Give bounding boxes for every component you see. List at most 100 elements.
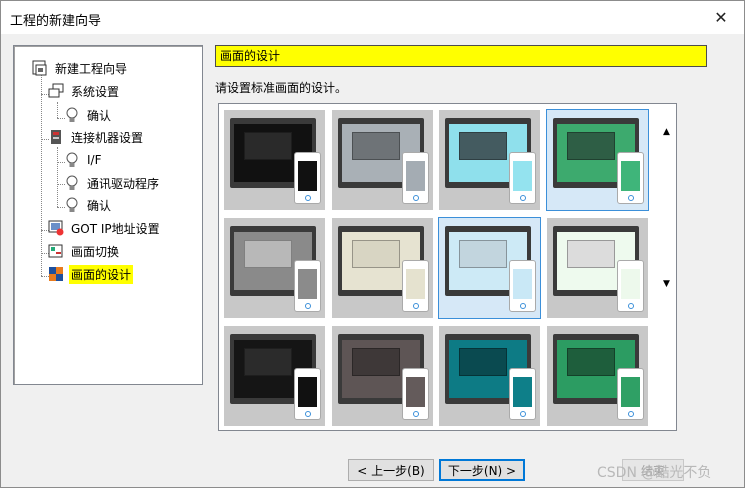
- window-title: 工程的新建向导: [10, 14, 102, 29]
- phone-home-icon: [628, 411, 634, 417]
- tree-item-label: I/F: [87, 153, 102, 167]
- phone-home-icon: [305, 411, 311, 417]
- design-preview-dialog: [567, 240, 615, 268]
- next-button[interactable]: 下一步(N) >: [439, 459, 525, 481]
- phone-preview: [294, 260, 321, 312]
- tree-item-screen-switch[interactable]: 画面切换: [48, 241, 121, 261]
- phone-home-icon: [628, 195, 634, 201]
- section-header: 画面的设计: [215, 45, 707, 67]
- phone-preview-screen: [298, 161, 317, 191]
- design-preview-dialog: [567, 348, 615, 376]
- phone-preview-screen: [621, 269, 640, 299]
- phone-home-icon: [520, 303, 526, 309]
- phone-preview: [617, 152, 644, 204]
- design-option[interactable]: [224, 218, 325, 318]
- wizard-step-tree: 新建工程向导 系统设置 确认 连接机器设置 I/F 通讯驱动程序 确认 GOT …: [13, 45, 203, 385]
- design-icon: [48, 266, 64, 282]
- tree-item-new-project-wizard[interactable]: 新建工程向导: [32, 58, 129, 78]
- tree-item-confirm-1[interactable]: 确认: [64, 105, 113, 125]
- phone-preview-screen: [513, 161, 532, 191]
- phone-preview: [402, 368, 429, 420]
- tree-item-label: 新建工程向导: [55, 61, 128, 76]
- tree-item-connection-settings[interactable]: 连接机器设置: [48, 127, 145, 147]
- title-bar: 工程的新建向导 ✕: [1, 1, 744, 34]
- bulb-icon: [64, 152, 80, 168]
- wizard-icon: [32, 60, 48, 76]
- phone-preview: [509, 368, 536, 420]
- tree-item-if[interactable]: I/F: [64, 150, 103, 170]
- phone-home-icon: [520, 195, 526, 201]
- tree-item-label: 确认: [87, 198, 112, 213]
- phone-preview: [294, 368, 321, 420]
- phone-preview-screen: [406, 269, 425, 299]
- phone-preview-screen: [298, 269, 317, 299]
- tree-item-screen-design[interactable]: 画面的设计: [48, 264, 134, 284]
- tree-item-label: GOT IP地址设置: [71, 221, 160, 236]
- tree-item-got-ip[interactable]: GOT IP地址设置: [48, 218, 162, 238]
- bulb-icon: [64, 107, 80, 123]
- design-option[interactable]: [332, 110, 433, 210]
- tree-item-comm-driver[interactable]: 通讯驱动程序: [64, 173, 161, 193]
- watermark: CSDN @酷光不负: [597, 465, 712, 481]
- ip-icon: [48, 220, 64, 236]
- tree-item-label: 确认: [87, 108, 112, 123]
- tree-item-label: 通讯驱动程序: [87, 176, 160, 191]
- phone-preview-screen: [621, 377, 640, 407]
- design-option[interactable]: [546, 109, 649, 211]
- design-option[interactable]: [547, 218, 648, 318]
- tree-item-system-settings[interactable]: 系统设置: [48, 81, 121, 101]
- phone-home-icon: [628, 303, 634, 309]
- design-option[interactable]: [224, 326, 325, 426]
- tree-item-label: 系统设置: [71, 84, 120, 99]
- phone-preview: [617, 260, 644, 312]
- wizard-window: 工程的新建向导 ✕ 新建工程向导 系统设置 确认 连接机器设置 I/F 通讯驱动…: [0, 0, 745, 488]
- design-option[interactable]: [439, 110, 540, 210]
- phone-preview: [402, 152, 429, 204]
- design-preview-dialog: [244, 348, 292, 376]
- design-preview-dialog: [567, 132, 615, 160]
- back-button[interactable]: < 上一步(B): [348, 459, 434, 481]
- phone-home-icon: [305, 303, 311, 309]
- screen-switch-icon: [48, 243, 64, 259]
- design-grid: [218, 103, 677, 431]
- design-option[interactable]: [547, 326, 648, 426]
- close-icon[interactable]: ✕: [698, 1, 744, 33]
- phone-preview-screen: [621, 161, 640, 191]
- design-option[interactable]: [438, 217, 541, 319]
- design-preview-dialog: [352, 132, 400, 160]
- phone-preview-screen: [513, 377, 532, 407]
- device-icon: [48, 129, 64, 145]
- design-option[interactable]: [332, 326, 433, 426]
- phone-home-icon: [413, 303, 419, 309]
- design-preview-dialog: [352, 348, 400, 376]
- phone-preview: [294, 152, 321, 204]
- tree-item-confirm-2[interactable]: 确认: [64, 195, 113, 215]
- design-preview-dialog: [352, 240, 400, 268]
- design-preview-dialog: [244, 240, 292, 268]
- instruction-text: 请设置标准画面的设计。: [215, 81, 348, 95]
- design-option[interactable]: [224, 110, 325, 210]
- design-preview-dialog: [459, 240, 507, 268]
- tree-item-label: 连接机器设置: [71, 130, 144, 145]
- phone-home-icon: [413, 195, 419, 201]
- phone-home-icon: [520, 411, 526, 417]
- tree-item-label: 画面切换: [71, 244, 120, 259]
- design-option[interactable]: [439, 326, 540, 426]
- design-option[interactable]: [332, 218, 433, 318]
- phone-preview-screen: [298, 377, 317, 407]
- design-preview-dialog: [244, 132, 292, 160]
- phone-preview: [402, 260, 429, 312]
- design-preview-dialog: [459, 132, 507, 160]
- phone-preview-screen: [406, 161, 425, 191]
- phone-preview-screen: [406, 377, 425, 407]
- bulb-icon: [64, 175, 80, 191]
- phone-home-icon: [305, 195, 311, 201]
- design-preview-dialog: [459, 348, 507, 376]
- phone-preview: [509, 152, 536, 204]
- system-icon: [48, 83, 64, 99]
- scroll-up-icon[interactable]: ▲: [663, 127, 670, 137]
- bulb-icon: [64, 197, 80, 213]
- phone-preview-screen: [513, 269, 532, 299]
- scroll-down-icon[interactable]: ▼: [663, 279, 670, 289]
- phone-preview: [617, 368, 644, 420]
